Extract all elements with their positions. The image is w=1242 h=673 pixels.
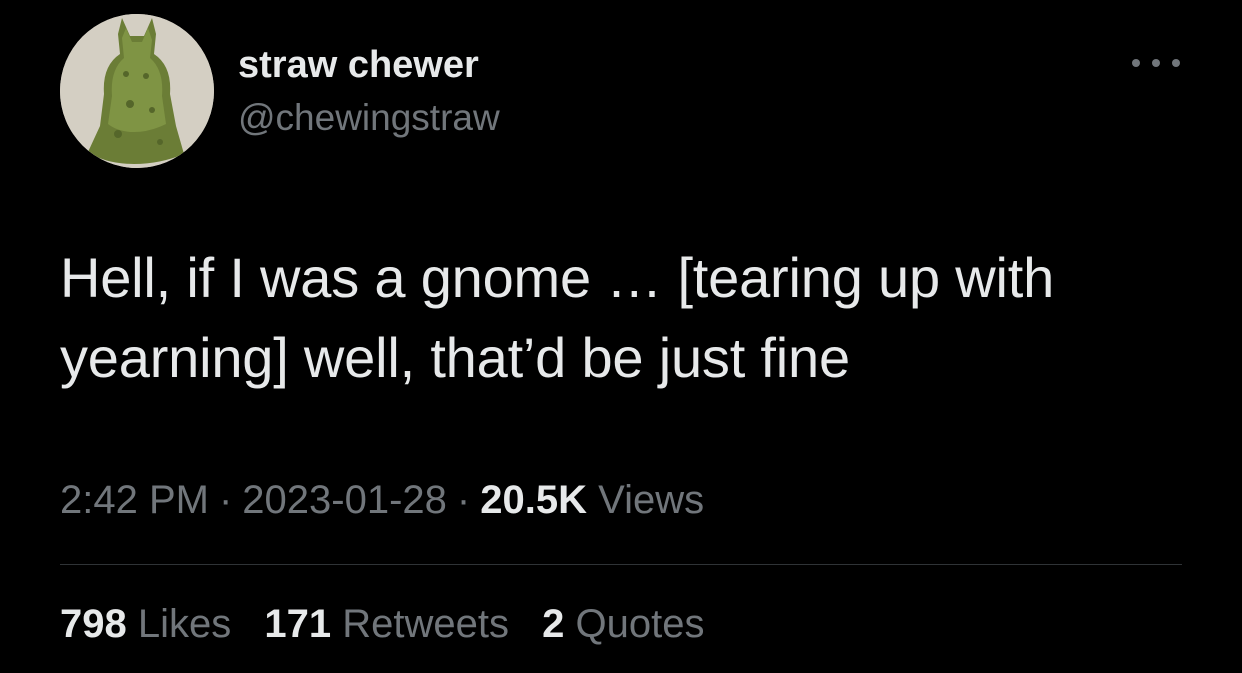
more-dot — [1172, 59, 1180, 67]
likes-label: Likes — [137, 602, 232, 646]
more-horizontal-icon — [1132, 59, 1140, 67]
retweets-stat[interactable]: 171 Retweets — [264, 602, 509, 646]
retweets-label: Retweets — [342, 602, 510, 646]
more-dot — [1152, 59, 1160, 67]
tweet: straw chewer @chewingstraw Hell, if I wa… — [0, 0, 1242, 673]
tweet-meta: 2:42 PM · 2023-01-28 · 20.5K Views — [60, 474, 704, 526]
retweets-count: 171 — [264, 602, 332, 646]
meta-separator: · — [456, 478, 471, 522]
avatar-image — [60, 14, 214, 168]
user-handle[interactable]: @chewingstraw — [238, 96, 500, 140]
quotes-count: 2 — [542, 602, 565, 646]
divider — [60, 564, 1182, 565]
meta-separator: · — [218, 478, 233, 522]
avatar[interactable] — [60, 14, 214, 168]
quotes-stat[interactable]: 2 Quotes — [542, 602, 704, 646]
tweet-time[interactable]: 2:42 PM — [60, 478, 209, 522]
views-label: Views — [598, 478, 705, 522]
likes-stat[interactable]: 798 Likes — [60, 602, 231, 646]
more-options-button[interactable] — [1132, 50, 1180, 76]
display-name[interactable]: straw chewer — [238, 42, 479, 88]
tweet-date[interactable]: 2023-01-28 — [242, 478, 447, 522]
likes-count: 798 — [60, 602, 127, 646]
views-count: 20.5K — [480, 478, 587, 522]
quotes-label: Quotes — [575, 602, 705, 646]
tweet-text: Hell, if I was a gnome … [tearing up wit… — [60, 246, 1055, 389]
tweet-stats: 798 Likes 171 Retweets 2 Quotes — [60, 598, 726, 650]
